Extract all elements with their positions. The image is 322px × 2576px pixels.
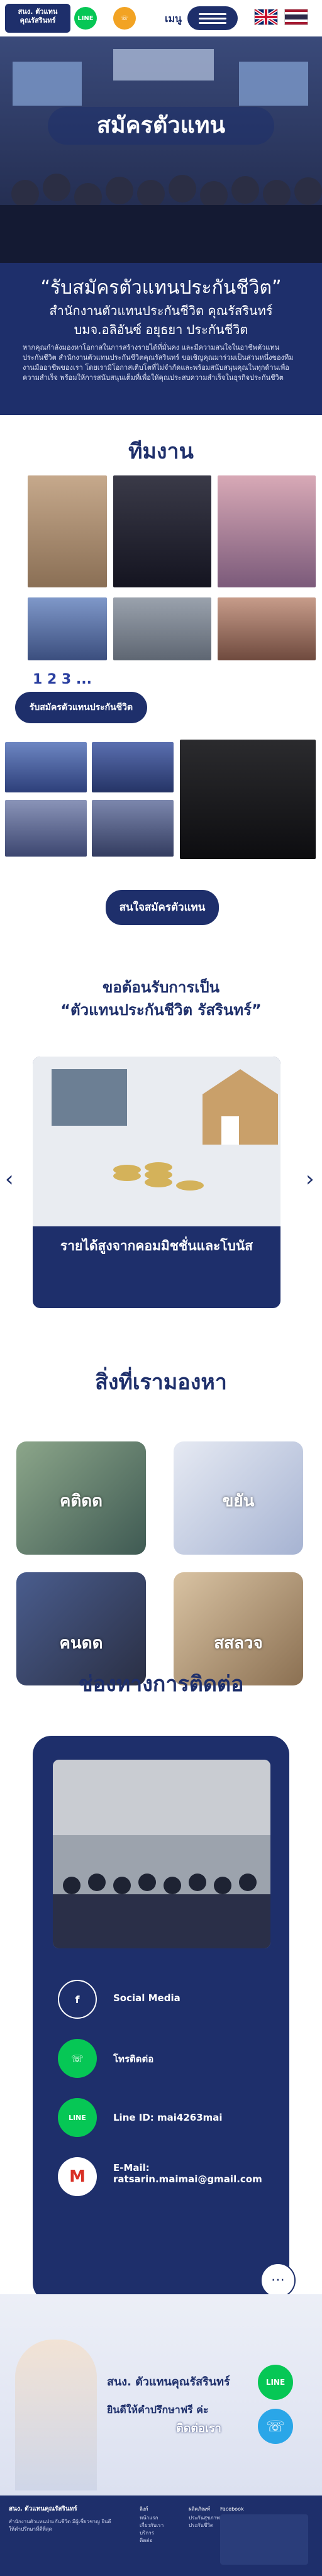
footer-link[interactable]: บริการ bbox=[140, 2529, 154, 2537]
footer-link[interactable]: ประกันชีวิต bbox=[189, 2522, 213, 2529]
invite-line-1: ขอต้อนรับการเป็น bbox=[102, 979, 220, 996]
office-name: สำนักงานตัวแทนประกันชีวิต คุณรัสรินทร์ bbox=[49, 303, 273, 318]
seeking-card-label: สสลวจ bbox=[214, 1634, 263, 1653]
footer-brand: สนง. ตัวแทนคุณรัสรินทร์ bbox=[9, 2506, 77, 2512]
apply-agent-label[interactable]: รับสมัครตัวแทนประกันชีวิต bbox=[15, 692, 147, 723]
seeking-card: คติดด bbox=[16, 1441, 146, 1555]
footer-link[interactable]: เกี่ยวกับเรา bbox=[140, 2522, 164, 2529]
carousel-caption: รายได้สูงจากคอมมิชชั่นและโบนัส bbox=[60, 1238, 253, 1253]
seeking-card-label: คนดด bbox=[59, 1634, 103, 1653]
team-photo bbox=[113, 597, 211, 660]
carousel-prev-arrow-icon[interactable]: ‹ bbox=[5, 1167, 14, 1192]
agent-portrait bbox=[15, 2340, 97, 2490]
footer-link[interactable]: ติดต่อ bbox=[140, 2537, 152, 2545]
footer-about: สำนักงานตัวแทนประกันชีวิต มีผู้เชี่ยวชาญ… bbox=[9, 2519, 111, 2532]
contact-social-label[interactable]: Social Media bbox=[113, 1992, 180, 2004]
cta-subtitle: ยินดีให้คำปรึกษาฟรี ค่ะ bbox=[107, 2404, 209, 2416]
seeking-card-label: ขยัน bbox=[222, 1492, 255, 1511]
contact-heading: ช่องทางการติดต่อ bbox=[78, 1672, 244, 1697]
apply-agent-button[interactable]: สนใจสมัครตัวแทน bbox=[106, 890, 219, 925]
thai-flag-icon[interactable] bbox=[284, 9, 308, 25]
event-photo bbox=[92, 800, 174, 857]
team-photo bbox=[28, 475, 107, 587]
team-heading: ทีมงาน bbox=[128, 439, 194, 464]
phone-icon[interactable]: ☏ bbox=[258, 2409, 293, 2444]
line-icon[interactable]: LINE bbox=[74, 7, 97, 30]
contact-phone-label[interactable]: โทรติดต่อ bbox=[113, 2051, 153, 2067]
line-icon[interactable]: LINE bbox=[258, 2365, 293, 2400]
uk-flag-icon[interactable] bbox=[254, 9, 278, 25]
contact-line-label[interactable]: Line ID: mai4263mai bbox=[113, 2112, 223, 2123]
seeking-card-label: คติดด bbox=[59, 1492, 103, 1511]
intro-quote: “รับสมัครตัวแทนประกันชีวิต” bbox=[40, 277, 282, 299]
contact-group-photo bbox=[53, 1760, 270, 1948]
company-name: บมจ.อลิอันซ์ อยุธยา ประกันชีวิต bbox=[74, 322, 248, 337]
footer-products-heading: ผลิตภัณฑ์ bbox=[189, 2506, 211, 2512]
team-photo bbox=[113, 475, 211, 587]
line-icon[interactable]: LINE bbox=[58, 2098, 97, 2137]
footer-menu-heading: ลิงก์ bbox=[140, 2506, 148, 2512]
facebook-embed[interactable] bbox=[220, 2514, 308, 2565]
carousel-next-arrow-icon[interactable]: › bbox=[306, 1167, 314, 1192]
event-photo bbox=[5, 800, 87, 857]
footer-link[interactable]: หน้าแรก bbox=[140, 2514, 158, 2522]
hero-title: สมัครตัวแทน bbox=[48, 107, 274, 145]
event-photo bbox=[92, 742, 174, 792]
benefits-carousel bbox=[33, 1057, 280, 1308]
cta-title: สนง. ตัวแทนคุณรัสรินทร์ bbox=[107, 2375, 230, 2389]
intro-paragraph: หากคุณกำลังมองหาโอกาสในการสร้างรายได้ที่… bbox=[23, 343, 294, 382]
footer-facebook-heading[interactable]: Facebook bbox=[220, 2506, 244, 2513]
team-photo bbox=[28, 597, 107, 660]
event-photo bbox=[5, 742, 87, 792]
gmail-icon[interactable]: M bbox=[58, 2157, 97, 2196]
chat-bubble-icon[interactable]: ⋯ bbox=[260, 2263, 296, 2298]
seeking-heading: สิ่งที่เรามองหา bbox=[95, 1370, 227, 1395]
seeking-card: ขยัน bbox=[174, 1441, 303, 1555]
menu-label: เมนู bbox=[165, 13, 182, 25]
hamburger-menu-button[interactable] bbox=[187, 6, 238, 30]
team-photo bbox=[218, 597, 316, 660]
gallery-pager[interactable]: 1 2 3 ... bbox=[33, 672, 92, 687]
logo-text: สนง. ตัวแทน คุณรัสรินทร์ bbox=[18, 8, 58, 25]
award-photo bbox=[180, 740, 316, 859]
invite-line-2: “ตัวแทนประกันชีวิต รัสรินทร์” bbox=[60, 1001, 262, 1019]
facebook-icon[interactable]: f bbox=[58, 1980, 97, 2019]
footer-link[interactable]: ประกันสุขภาพ bbox=[189, 2514, 219, 2522]
site-logo[interactable]: สนง. ตัวแทน คุณรัสรินทร์ bbox=[5, 4, 70, 33]
contact-email-label[interactable]: E-Mail: ratsarin.maimai@gmail.com bbox=[113, 2162, 262, 2185]
cta-contact-button[interactable]: ติดต่อเรา bbox=[176, 2419, 221, 2437]
phone-icon[interactable]: ☏ bbox=[113, 7, 136, 30]
team-photo bbox=[218, 475, 316, 587]
hero-banner-photo bbox=[0, 36, 322, 263]
phone-icon[interactable]: ☏ bbox=[58, 2039, 97, 2078]
